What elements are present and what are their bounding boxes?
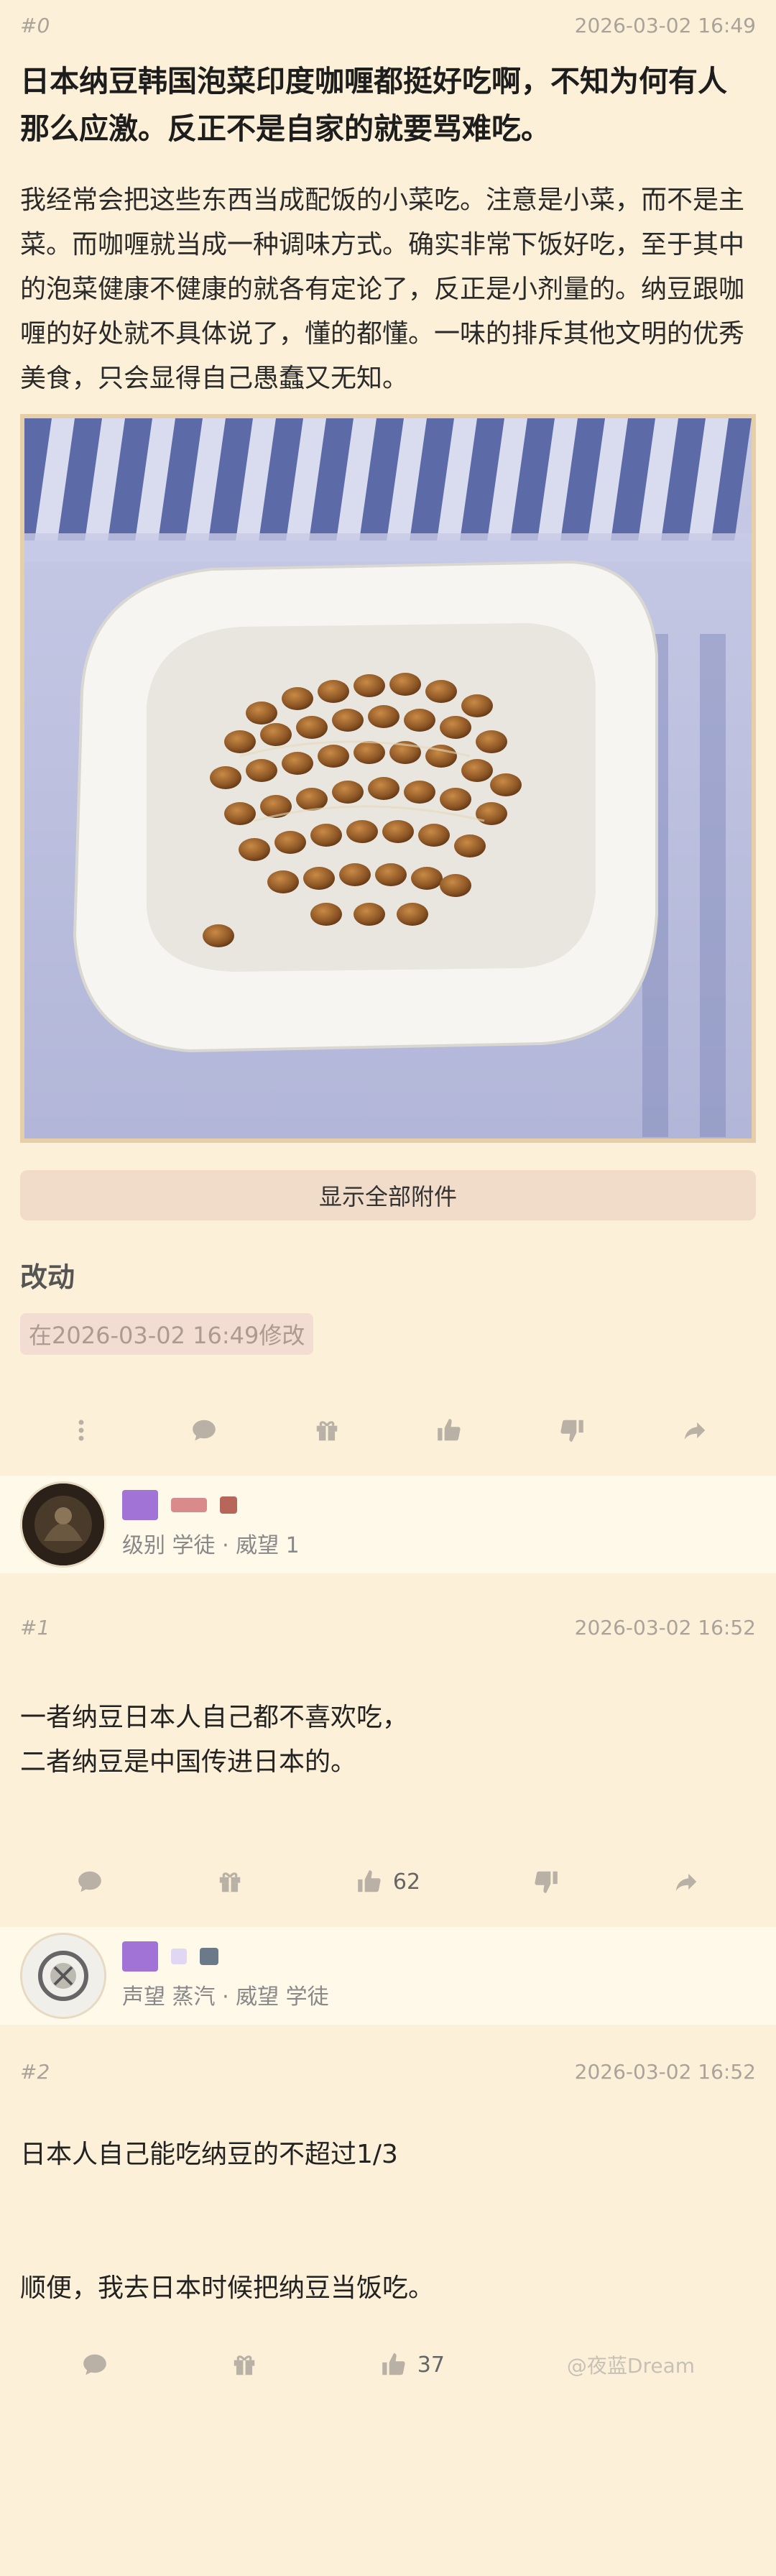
share-button[interactable] <box>681 1417 708 1444</box>
comment-button[interactable] <box>76 1868 103 1895</box>
dislike-button[interactable] <box>558 1417 586 1444</box>
user-info: 声望 蒸汽 · 威望 学徒 <box>122 1941 329 2010</box>
share-icon <box>675 1873 697 1891</box>
username-redacted[interactable] <box>122 1490 158 1520</box>
thumbs-up-icon <box>358 1870 381 1892</box>
dislike-button[interactable] <box>532 1868 560 1895</box>
reply-line <box>20 2222 756 2266</box>
reply: #2 2026-03-02 16:52 日本人自己能吃纳豆的不超过1/3 顺便，… <box>0 2046 776 2390</box>
avatar-image <box>22 1935 104 2017</box>
reply-timestamp: 2026-03-02 16:52 <box>574 2059 756 2084</box>
watermark-text: @夜蓝Dream <box>566 2354 696 2378</box>
reply-timestamp: 2026-03-02 16:52 <box>574 1615 756 1639</box>
reply-text: 日本人自己能吃纳豆的不超过1/3 顺便，我去日本时候把纳豆当饭吃。 <box>20 2133 756 2311</box>
user-level: 级别 学徒 · 威望 1 <box>122 1533 300 1558</box>
reply-line: 一者纳豆日本人自己都不喜欢吃， <box>20 1703 409 1732</box>
share-button[interactable] <box>673 1868 700 1895</box>
edit-label: 改动 <box>20 1261 75 1293</box>
original-post: #0 2026-03-02 16:49 日本纳豆韩国泡菜印度咖喱都挺好吃啊，不知… <box>0 0 776 1463</box>
reply-text: 一者纳豆日本人自己都不喜欢吃， 二者纳豆是中国传进日本的。 <box>20 1696 756 1785</box>
comment-icon <box>78 1871 102 1892</box>
edit-note: 在2026-03-02 16:49修改 <box>20 1313 314 1355</box>
post-title: 日本纳豆韩国泡菜印度咖喱都挺好吃啊，不知为何有人那么应激。反正不是自家的就要骂难… <box>20 64 727 146</box>
show-all-attachments-button[interactable]: 显示全部附件 <box>20 1170 756 1220</box>
floor-number: #0 <box>20 13 50 37</box>
watermark: @夜蓝Dream <box>567 2350 695 2379</box>
thumbs-down-icon <box>535 1871 558 1893</box>
comment-button[interactable] <box>81 2351 108 2378</box>
like-button[interactable] <box>435 1417 463 1444</box>
username-redacted[interactable] <box>122 1941 158 1972</box>
like-button[interactable]: 62 <box>356 1868 420 1895</box>
comment-button[interactable] <box>190 1417 218 1444</box>
gift-button[interactable] <box>216 1868 244 1895</box>
reply-user-header: 级别 学徒 · 威望 1 <box>0 1476 776 1573</box>
comment-icon <box>83 2354 106 2375</box>
post-timestamp: 2026-03-02 16:49 <box>574 13 756 37</box>
like-count: 62 <box>392 1869 421 1895</box>
user-badges <box>122 1490 300 1520</box>
post-meta: #0 2026-03-02 16:49 <box>20 0 756 50</box>
thumbs-down-icon <box>560 1420 583 1442</box>
reply: #1 2026-03-02 16:52 一者纳豆日本人自己都不喜欢吃， 二者纳豆… <box>0 1602 776 1914</box>
more-icon <box>78 1420 84 1441</box>
comment-icon <box>193 1420 216 1441</box>
reply-actions: 37 @夜蓝Dream <box>20 2340 756 2390</box>
reply-line: 二者纳豆是中国传进日本的。 <box>20 1747 357 1777</box>
more-button[interactable] <box>68 1417 95 1444</box>
gift-icon <box>219 1872 240 1892</box>
user-info: 级别 学徒 · 威望 1 <box>122 1490 300 1559</box>
gift-button[interactable] <box>313 1417 341 1444</box>
gift-icon <box>316 1421 337 1441</box>
reply-user-header: 声望 蒸汽 · 威望 学徒 <box>0 1927 776 2025</box>
gift-button[interactable] <box>231 2351 258 2378</box>
badge <box>171 1498 207 1512</box>
thumbs-up-icon <box>382 2353 405 2375</box>
share-icon <box>684 1422 705 1440</box>
avatar-image <box>22 1484 104 1565</box>
like-button[interactable]: 37 <box>380 2351 445 2378</box>
reply-line <box>20 2177 756 2222</box>
floor-number: #2 <box>20 2059 50 2084</box>
like-count: 37 <box>417 2352 445 2378</box>
reply-line: 日本人自己能吃纳豆的不超过1/3 <box>20 2140 398 2169</box>
user-level: 声望 蒸汽 · 威望 学徒 <box>122 1984 329 2010</box>
natto-photo[interactable] <box>20 414 756 1143</box>
user-badges <box>122 1941 329 1972</box>
avatar[interactable] <box>20 1933 106 2019</box>
thumbs-up-icon <box>438 1419 461 1441</box>
avatar[interactable] <box>20 1481 106 1568</box>
post-actions <box>20 1398 756 1463</box>
reply-meta: #1 2026-03-02 16:52 <box>20 1602 756 1652</box>
badge <box>220 1496 237 1514</box>
badge <box>200 1948 218 1965</box>
floor-number: #1 <box>20 1615 50 1639</box>
post-body: 我经常会把这些东西当成配饭的小菜吃。注意是小菜，而不是主菜。而咖喱就当成一种调味… <box>20 185 745 393</box>
reply-line: 顺便，我去日本时候把纳豆当饭吃。 <box>20 2273 435 2303</box>
reply-meta: #2 2026-03-02 16:52 <box>20 2046 756 2097</box>
reply-actions: 62 <box>20 1849 756 1914</box>
gift-icon <box>234 2355 255 2375</box>
divider <box>0 1914 776 1927</box>
badge <box>171 1949 187 1964</box>
natto-image <box>24 418 752 1138</box>
divider <box>0 1463 776 1476</box>
